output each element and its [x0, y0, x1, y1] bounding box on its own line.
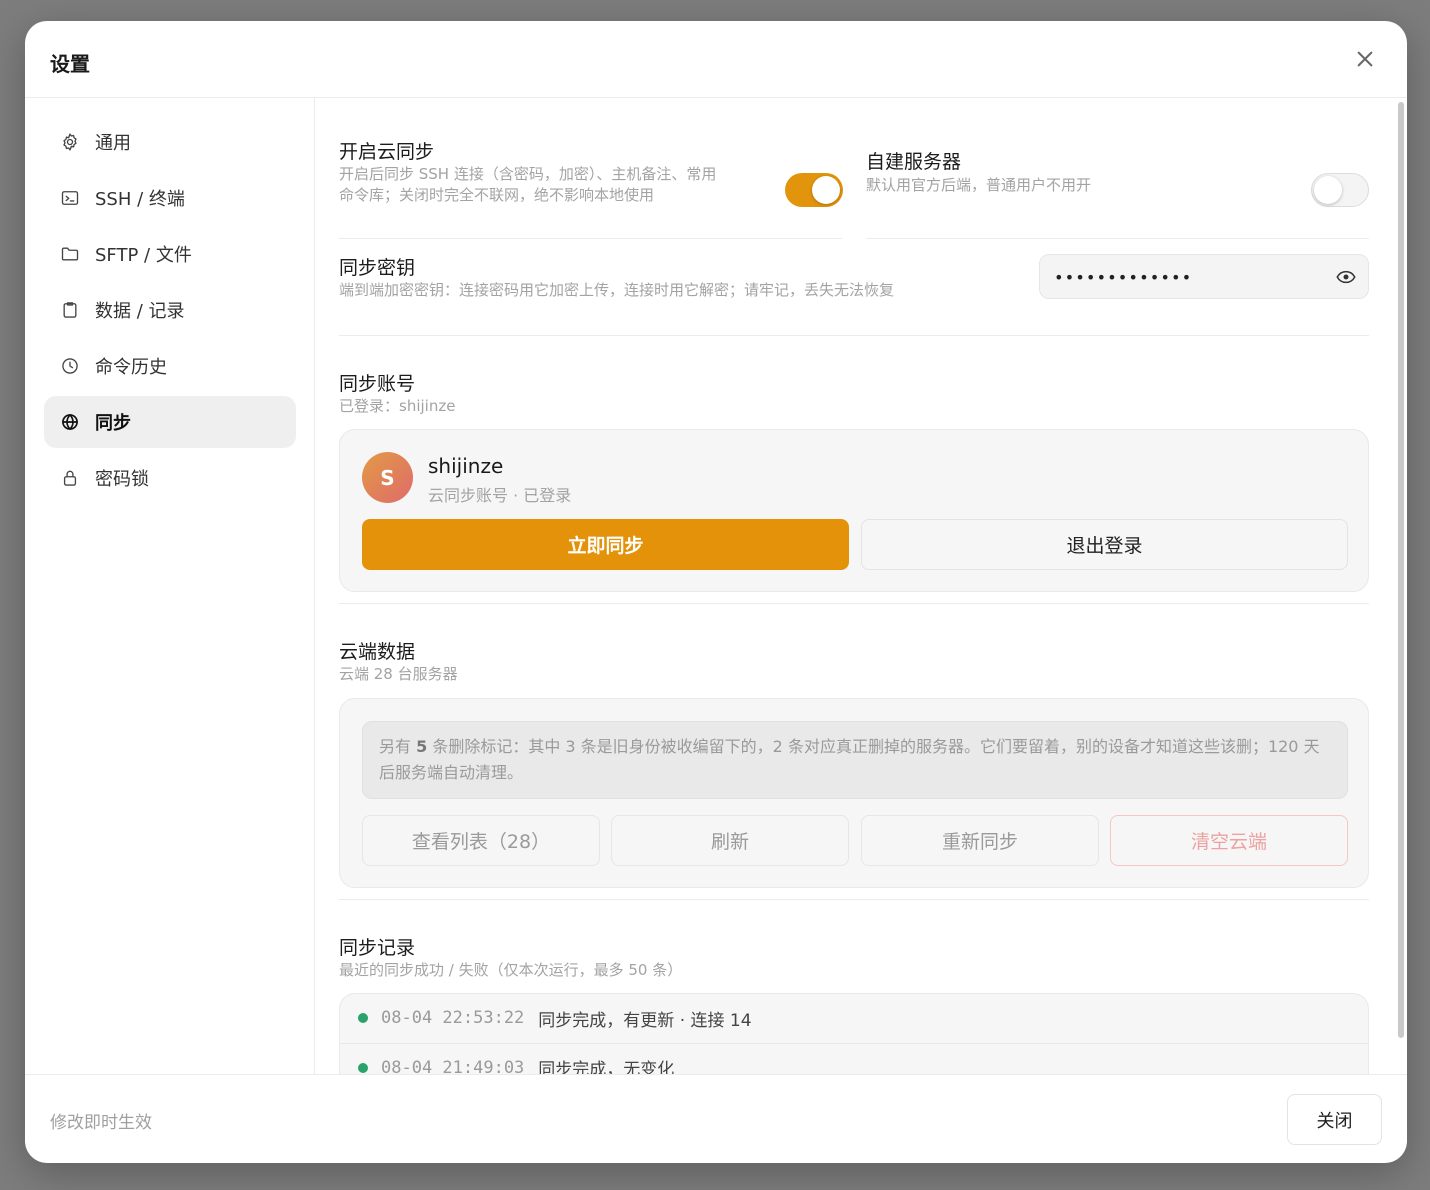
- tombstone-notice: 另有 5 条删除标记：其中 3 条是旧身份被收编留下的，2 条对应真正删掉的服务…: [362, 721, 1348, 799]
- log-message: 同步完成，无变化: [538, 1060, 675, 1074]
- toggle-knob: [812, 176, 840, 204]
- sidebar-item-label: 密码锁: [95, 469, 149, 490]
- globe-icon: [59, 411, 81, 433]
- log-time: 08-04 22:53:22: [381, 1008, 525, 1028]
- clock-icon: [59, 355, 81, 377]
- cloud-data-desc: 云端 28 台服务器: [339, 665, 458, 683]
- log-time: 08-04 21:49:03: [381, 1057, 525, 1075]
- view-list-button[interactable]: 查看列表（28）: [362, 815, 600, 866]
- footer-hint: 修改即时生效: [50, 1113, 152, 1133]
- sync-key-input[interactable]: [1054, 264, 1324, 290]
- sidebar-item-label: 数据 / 记录: [95, 301, 185, 322]
- sync-log-list: 08-04 22:53:22 同步完成，有更新 · 连接 14 08-04 21…: [339, 993, 1369, 1074]
- cloud-sync-desc-line2: 命令库；关闭时完全不联网，绝不影响本地使用: [339, 186, 655, 204]
- sidebar-item-label: 通用: [95, 133, 131, 154]
- account-status: 云同步账号 · 已登录: [428, 486, 572, 505]
- clear-cloud-button[interactable]: 清空云端: [1110, 815, 1348, 866]
- settings-dialog: 设置 通用 SSH / 终端 SFTP / 文件 数据 / 记录 命令历史 同步…: [25, 21, 1407, 1163]
- sidebar-item-data-records[interactable]: 数据 / 记录: [44, 284, 296, 336]
- dialog-header: 设置: [25, 21, 1407, 98]
- cloud-sync-desc: 开启后同步 SSH 连接（含密码，加密）、主机备注、常用 命令库；关闭时完全不联…: [339, 164, 769, 206]
- self-hosted-toggle[interactable]: [1311, 173, 1369, 207]
- list-item: 08-04 21:49:03 同步完成，无变化: [340, 1043, 1368, 1074]
- sidebar-item-general[interactable]: 通用: [44, 116, 296, 168]
- terminal-icon: [59, 187, 81, 209]
- sync-settings-panel: 开启云同步 开启后同步 SSH 连接（含密码，加密）、主机备注、常用 命令库；关…: [315, 98, 1407, 1074]
- account-name: shijinze: [428, 454, 504, 478]
- sidebar-item-label: SSH / 终端: [95, 189, 185, 210]
- dialog-title: 设置: [50, 52, 90, 76]
- sync-now-button[interactable]: 立即同步: [362, 519, 849, 570]
- divider: [339, 335, 1369, 336]
- close-icon[interactable]: [1355, 49, 1375, 69]
- avatar: S: [362, 452, 413, 503]
- cloud-sync-toggle[interactable]: [785, 173, 843, 207]
- refresh-button[interactable]: 刷新: [611, 815, 849, 866]
- lock-icon: [59, 467, 81, 489]
- clipboard-icon: [59, 299, 81, 321]
- resync-button[interactable]: 重新同步: [861, 815, 1099, 866]
- divider: [339, 238, 842, 239]
- sync-key-desc: 端到端加密密钥：连接密码用它加密上传，连接时用它解密；请牢记，丢失无法恢复: [339, 281, 895, 299]
- sync-log-title: 同步记录: [339, 937, 416, 959]
- self-hosted-desc: 默认用官方后端，普通用户不用开: [866, 176, 1092, 194]
- divider: [866, 238, 1369, 239]
- account-card: S shijinze 云同步账号 · 已登录 立即同步 退出登录: [339, 429, 1369, 592]
- sync-account-desc: 已登录：shijinze: [339, 397, 456, 415]
- divider: [339, 899, 1369, 900]
- success-dot: [358, 1062, 368, 1073]
- sidebar-item-command-history[interactable]: 命令历史: [44, 340, 296, 392]
- list-item: 08-04 22:53:22 同步完成，有更新 · 连接 14: [340, 994, 1368, 1042]
- notice-prefix: 另有: [379, 737, 417, 756]
- gear-icon: [59, 131, 81, 153]
- sidebar-item-sync[interactable]: 同步: [44, 396, 296, 448]
- eye-icon[interactable]: [1336, 268, 1356, 286]
- notice-text: 条删除标记：其中 3 条是旧身份被收编留下的，2 条对应真正删掉的服务器。它们要…: [379, 737, 1320, 782]
- divider: [339, 603, 1369, 604]
- cloud-data-title: 云端数据: [339, 641, 416, 663]
- dialog-footer: 修改即时生效 关闭: [25, 1074, 1407, 1163]
- sync-account-title: 同步账号: [339, 373, 416, 395]
- logout-button[interactable]: 退出登录: [861, 519, 1348, 570]
- sidebar-item-label: 命令历史: [95, 357, 167, 378]
- cloud-data-card: 另有 5 条删除标记：其中 3 条是旧身份被收编留下的，2 条对应真正删掉的服务…: [339, 698, 1369, 888]
- cloud-sync-desc-line1: 开启后同步 SSH 连接（含密码，加密）、主机备注、常用: [339, 165, 717, 183]
- toggle-knob: [1314, 176, 1342, 204]
- sidebar-item-sftp-files[interactable]: SFTP / 文件: [44, 228, 296, 280]
- sync-key-title: 同步密钥: [339, 257, 416, 279]
- folder-icon: [59, 243, 81, 265]
- scrollbar[interactable]: [1398, 102, 1404, 1038]
- cloud-sync-title: 开启云同步: [339, 141, 435, 163]
- sidebar-item-ssh-terminal[interactable]: SSH / 终端: [44, 172, 296, 224]
- sidebar-item-label: 同步: [95, 413, 131, 434]
- self-hosted-title: 自建服务器: [866, 151, 962, 173]
- notice-count: 5: [416, 737, 428, 756]
- sidebar-item-label: SFTP / 文件: [95, 245, 192, 266]
- close-button[interactable]: 关闭: [1287, 1094, 1382, 1145]
- success-dot: [358, 1013, 368, 1023]
- sidebar-item-password-lock[interactable]: 密码锁: [44, 452, 296, 504]
- sync-log-desc: 最近的同步成功 / 失败（仅本次运行，最多 50 条）: [339, 961, 683, 979]
- sync-key-field: [1039, 254, 1369, 299]
- log-message: 同步完成，有更新 · 连接 14: [538, 1010, 752, 1031]
- settings-sidebar: 通用 SSH / 终端 SFTP / 文件 数据 / 记录 命令历史 同步 密码…: [25, 98, 315, 1074]
